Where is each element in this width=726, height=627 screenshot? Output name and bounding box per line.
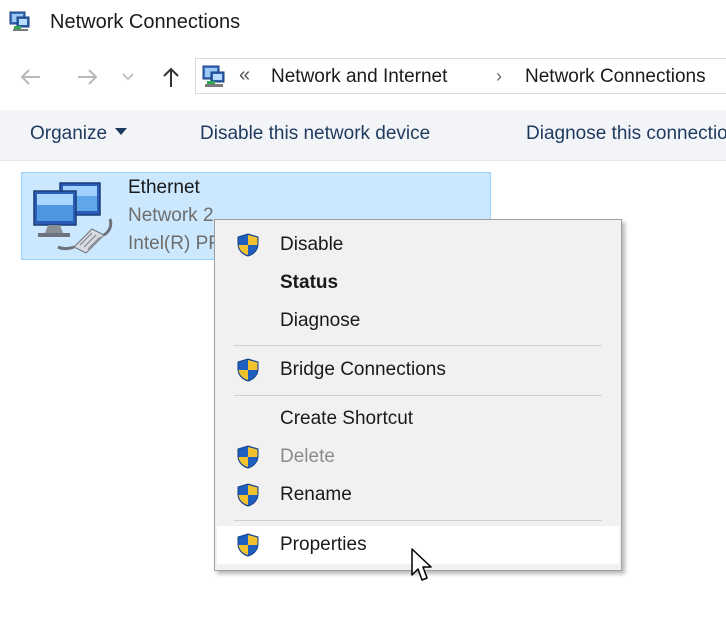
uac-shield-icon <box>237 483 259 507</box>
menu-item-rename[interactable]: Rename <box>217 477 619 513</box>
chevron-down-icon <box>122 73 134 81</box>
context-menu: Disable Status Diagnose Bridge Connectio… <box>214 219 622 571</box>
dropdown-caret-icon <box>115 128 128 136</box>
breadcrumb-network-and-internet[interactable]: Network and Internet <box>271 66 447 88</box>
menu-item-label: Delete <box>280 446 335 467</box>
breadcrumb-separator-icon[interactable]: › <box>496 66 502 87</box>
menu-item-label: Bridge Connections <box>280 359 446 380</box>
disable-device-button[interactable]: Disable this network device <box>200 123 430 145</box>
menu-separator <box>234 345 602 346</box>
menu-item-diagnose[interactable]: Diagnose <box>217 303 619 339</box>
recent-locations-button[interactable] <box>116 60 140 94</box>
ethernet-adapter-icon <box>33 182 113 254</box>
menu-item-disable[interactable]: Disable <box>217 227 619 263</box>
uac-shield-icon <box>237 358 259 382</box>
connection-name: Ethernet <box>128 177 200 198</box>
network-connections-icon <box>9 11 30 31</box>
mouse-pointer-icon <box>411 548 432 581</box>
network-folder-icon <box>202 65 225 87</box>
overflow-chevron-icon[interactable]: « <box>239 64 250 87</box>
menu-item-label: Diagnose <box>280 310 361 331</box>
forward-arrow-icon <box>78 69 98 85</box>
menu-separator <box>234 520 602 521</box>
breadcrumb-network-connections[interactable]: Network Connections <box>525 66 706 88</box>
menu-item-delete[interactable]: Delete <box>217 439 619 475</box>
menu-item-status[interactable]: Status <box>217 265 619 301</box>
menu-item-label: Rename <box>280 484 352 505</box>
menu-item-label: Properties <box>280 534 367 555</box>
menu-item-create-shortcut[interactable]: Create Shortcut <box>217 401 619 437</box>
up-arrow-icon <box>163 67 179 87</box>
address-bar[interactable]: « Network and Internet › Network Connect… <box>195 58 726 94</box>
menu-item-label: Status <box>280 272 339 293</box>
menu-item-label: Create Shortcut <box>280 408 414 429</box>
navigation-bar: « Network and Internet › Network Connect… <box>0 56 726 100</box>
organize-label: Organize <box>30 123 108 144</box>
menu-separator <box>234 395 602 396</box>
uac-shield-icon <box>237 445 259 469</box>
connection-status: Network 2 <box>128 205 214 226</box>
up-button[interactable] <box>156 60 186 94</box>
menu-item-bridge-connections[interactable]: Bridge Connections <box>217 352 619 388</box>
uac-shield-icon <box>237 233 259 257</box>
organize-button[interactable]: Organize <box>30 123 128 145</box>
command-bar: Organize Disable this network device Dia… <box>0 110 726 161</box>
forward-button[interactable] <box>72 60 102 94</box>
menu-item-label: Disable <box>280 234 344 255</box>
back-arrow-icon <box>20 69 40 85</box>
diagnose-connection-button[interactable]: Diagnose this connection <box>526 123 726 145</box>
title-bar: Network Connections <box>0 0 726 46</box>
window-title: Network Connections <box>50 11 241 33</box>
uac-shield-icon <box>237 533 259 557</box>
back-button[interactable] <box>16 60 46 94</box>
